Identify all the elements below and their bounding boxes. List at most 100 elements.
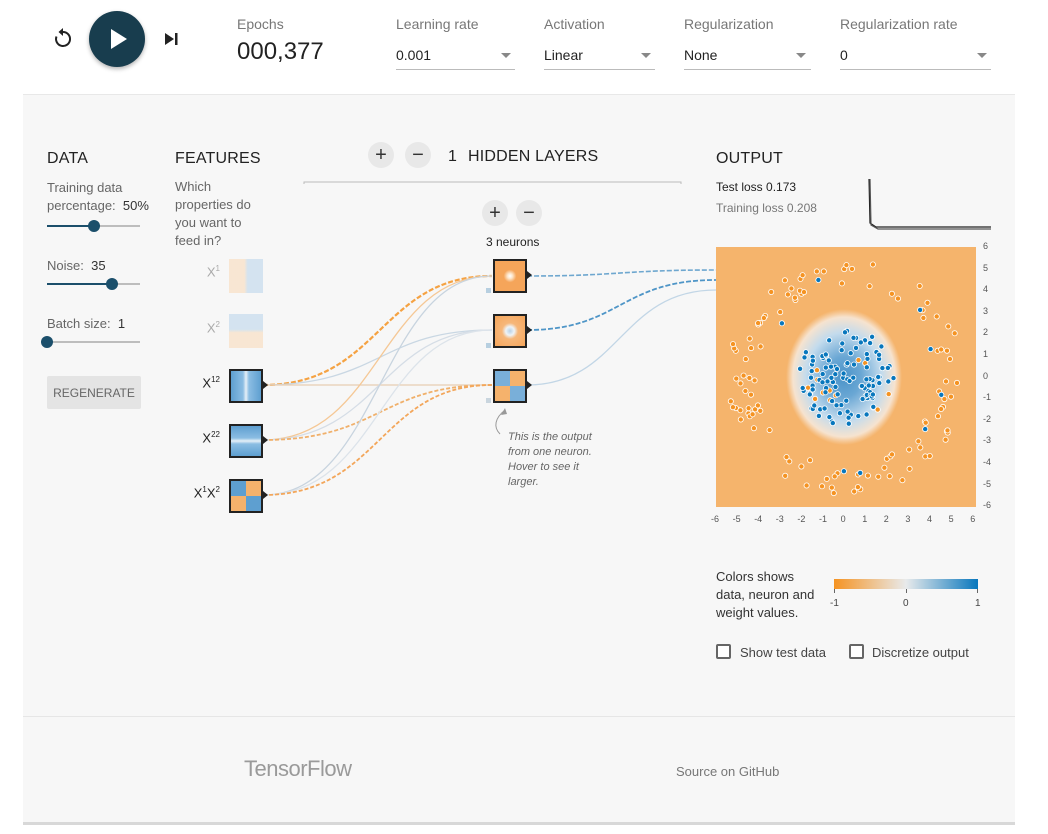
color-legend-text: Colors shows data, neuron and weight val… (716, 568, 814, 622)
add-layer-button[interactable]: + (368, 142, 394, 168)
neuron-hint-line: Hover to see it (508, 461, 579, 473)
data-point (782, 472, 789, 479)
feature-node-x1-squared[interactable] (229, 369, 263, 403)
remove-layer-button[interactable]: − (405, 142, 431, 168)
x-tick-label: -3 (775, 514, 784, 524)
data-point (852, 344, 859, 351)
data-point (938, 346, 945, 353)
data-point (894, 295, 901, 302)
data-point (799, 384, 806, 391)
hidden-neuron-1[interactable] (493, 259, 527, 293)
data-point (748, 391, 755, 398)
data-point (890, 375, 897, 382)
data-point (953, 379, 960, 386)
data-point (865, 382, 872, 389)
loss-curve (868, 178, 991, 230)
data-point (809, 386, 816, 393)
link[interactable] (262, 329, 493, 496)
node-output-arrow (263, 491, 268, 499)
data-point (927, 346, 934, 353)
data-point (876, 380, 883, 387)
data-point (942, 378, 949, 385)
feature-node-x1-x2[interactable] (229, 479, 263, 513)
link[interactable] (526, 279, 717, 331)
data-point (748, 345, 755, 352)
remove-neuron-button[interactable]: − (516, 200, 542, 226)
data-point (946, 356, 953, 363)
hidden-neuron-2[interactable] (493, 314, 527, 348)
link[interactable] (262, 384, 493, 496)
data-point (867, 340, 874, 347)
x-tick-label: 1 (862, 514, 868, 524)
y-tick-label: -3 (983, 435, 992, 446)
data-point (797, 365, 804, 372)
data-point (915, 438, 922, 445)
node-output-arrow (263, 436, 268, 444)
data-point (757, 343, 764, 350)
data-point (888, 451, 895, 458)
data-point (863, 376, 870, 383)
add-neuron-button[interactable]: + (482, 200, 508, 226)
x-tick-label: -5 (732, 514, 741, 524)
data-point (821, 405, 828, 412)
link[interactable] (262, 384, 493, 441)
data-point (916, 283, 923, 290)
source-github-link[interactable]: Source on GitHub (676, 764, 779, 779)
data-point (836, 410, 843, 417)
node-output-arrow (263, 381, 268, 389)
test-loss: Test loss 0.173 (716, 180, 797, 194)
data-point (784, 291, 791, 298)
discretize-output-checkbox[interactable] (849, 644, 864, 659)
data-point (822, 351, 829, 358)
data-point (840, 468, 847, 475)
data-point (906, 465, 913, 472)
data-point (870, 403, 877, 410)
data-point (843, 262, 850, 269)
hidden-neuron-3[interactable] (493, 369, 527, 403)
data-point (842, 329, 849, 336)
data-point (788, 285, 795, 292)
data-point (823, 475, 830, 482)
data-point (850, 361, 857, 368)
data-point (745, 405, 752, 412)
data-point (886, 473, 893, 480)
data-point (869, 391, 876, 398)
data-point (863, 364, 870, 371)
neuron-hint-line: from one neuron. (508, 446, 592, 458)
data-point (878, 343, 885, 350)
neuron-hint-note: This is the output from one neuron. Hove… (508, 430, 592, 490)
data-point (858, 382, 865, 389)
data-point (947, 393, 954, 400)
data-point (749, 411, 756, 418)
data-point (808, 374, 815, 381)
data-point (815, 276, 822, 283)
data-point (819, 379, 826, 386)
output-heatmap[interactable] (716, 247, 976, 507)
data-point (742, 356, 749, 363)
scale-min: -1 (830, 598, 839, 609)
data-point (729, 341, 736, 348)
data-point (933, 313, 940, 320)
data-point (838, 347, 845, 354)
neuron-bias-marker (486, 288, 491, 293)
y-tick-label: -2 (983, 413, 992, 424)
data-point (760, 315, 767, 322)
data-point (879, 365, 886, 372)
data-point (737, 380, 744, 387)
feature-node-x2-squared[interactable] (229, 424, 263, 458)
show-test-data-checkbox[interactable] (716, 644, 731, 659)
footer-border (23, 822, 1015, 825)
data-point (850, 334, 857, 341)
link[interactable] (526, 269, 717, 277)
feature-node-x2[interactable] (229, 314, 263, 348)
data-point (847, 350, 854, 357)
link[interactable] (262, 329, 493, 386)
link[interactable] (262, 274, 493, 387)
data-point (746, 335, 753, 342)
data-point (884, 364, 891, 371)
data-point (831, 473, 838, 480)
data-point (876, 351, 883, 358)
data-point (750, 425, 757, 432)
feature-node-x1[interactable] (229, 259, 263, 293)
neuron-hint-line: This is the output (508, 431, 592, 443)
